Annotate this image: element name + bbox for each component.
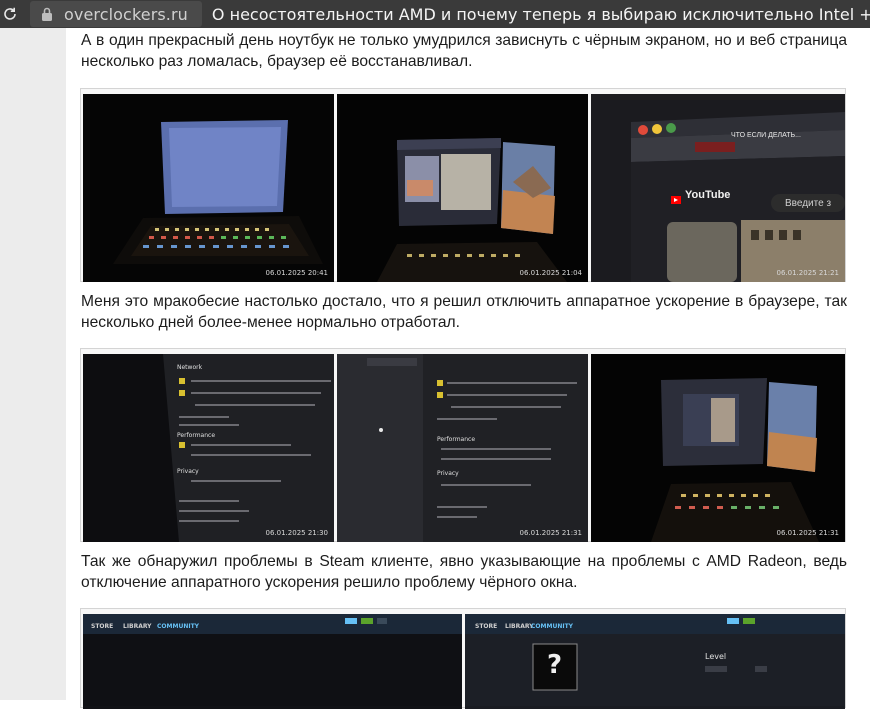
photo-timestamp: 06.01.2025 20:41: [265, 269, 328, 277]
settings-section-network: Network: [177, 364, 203, 371]
browser-tab-title: ЧТО ЕСЛИ ДЕЛАТЬ...: [731, 132, 801, 139]
photo-gallery-1: 06.01.2025 20:41 06.01.2025 21:04 YouTub…: [80, 88, 846, 282]
page-left-margin: [0, 28, 66, 700]
address-field[interactable]: overclockers.ru: [30, 1, 202, 27]
site-domain: overclockers.ru: [64, 4, 188, 24]
youtube-logo-text: YouTube: [685, 189, 731, 201]
keyboard-backlight: [131, 224, 309, 256]
photo-timestamp: 06.01.2025 21:04: [519, 269, 582, 277]
photo-gallery-3: STORE LIBRARY COMMUNITY STORE LIBRARY CO…: [80, 608, 846, 709]
gallery-photo[interactable]: YouTube Введите з ЧТО ЕСЛИ ДЕЛАТЬ... 06.…: [591, 94, 845, 282]
gallery-photo[interactable]: 06.01.2025 21:04: [337, 94, 588, 282]
gallery-photo[interactable]: Network Performance Privacy 06.01.2025 2…: [83, 354, 334, 542]
photo-timestamp: 06.01.2025 21:31: [519, 529, 582, 537]
steam-nav-library: LIBRARY: [123, 623, 152, 630]
photo-timestamp: 06.01.2025 21:31: [776, 529, 839, 537]
steam-level-label: Level: [705, 652, 727, 661]
article-paragraph-3: Так же обнаружил проблемы в Steam клиент…: [81, 553, 847, 591]
page-title: О несостоятельности AMD и почему теперь …: [211, 4, 870, 24]
settings-section-performance: Performance: [437, 436, 476, 443]
photo-timestamp: 06.01.2025 21:30: [265, 529, 328, 537]
steam-nav-store: STORE: [91, 623, 114, 630]
article-paragraph-1: А в один прекрасный день ноутбук не толь…: [81, 32, 847, 70]
gallery-photo[interactable]: STORE LIBRARY COMMUNITY: [83, 614, 462, 709]
gallery-photo[interactable]: 06.01.2025 21:31: [591, 354, 845, 542]
photo-timestamp: 06.01.2025 21:21: [776, 269, 839, 277]
browser-title-bar: overclockers.ru О несостоятельности AMD …: [0, 0, 870, 28]
steam-nav-library: LIBRARY: [505, 623, 534, 630]
steam-nav-community: COMMUNITY: [157, 623, 200, 630]
gallery-photo[interactable]: Performance Privacy 06.01.2025 21:31: [337, 354, 588, 542]
lock-icon: [40, 6, 54, 22]
gallery-photo[interactable]: STORE LIBRARY COMMUNITY ? Level: [465, 614, 845, 709]
reload-icon[interactable]: [2, 3, 18, 25]
unknown-avatar-glyph: ?: [547, 650, 563, 680]
photo-gallery-2: Network Performance Privacy 06.01.2025 2…: [80, 348, 846, 542]
settings-section-privacy: Privacy: [177, 468, 199, 475]
steam-nav-store: STORE: [475, 623, 498, 630]
settings-section-performance: Performance: [177, 432, 216, 439]
settings-section-privacy: Privacy: [437, 470, 459, 477]
article-paragraph-2: Меня это мракобесие настолько достало, ч…: [81, 293, 847, 331]
gallery-photo[interactable]: 06.01.2025 20:41: [83, 94, 334, 282]
youtube-search-hint: Введите з: [785, 198, 832, 209]
steam-nav-community: COMMUNITY: [531, 623, 574, 630]
